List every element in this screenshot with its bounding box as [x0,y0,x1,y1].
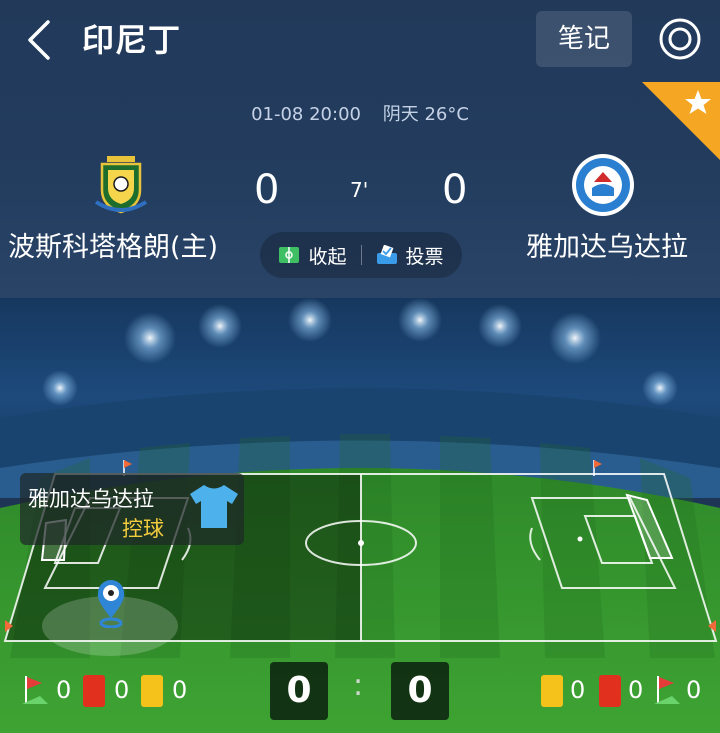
ball-location-marker [97,580,125,628]
away-red-card-icon [599,675,621,707]
pill-divider [360,245,362,265]
back-button[interactable] [22,18,58,62]
home-team-name[interactable]: 波斯科塔格朗(主) [8,228,228,268]
collapse-button[interactable]: 收起 [278,242,347,269]
vote-icon [376,245,397,264]
notes-button[interactable]: 笔记 [536,11,632,67]
away-score: 0 [442,167,468,213]
target-icon [659,18,701,60]
away-corners-count: 0 [686,676,702,704]
home-corner-flag-icon [22,676,48,704]
match-meta: 01-08 20:00 阴天 26°C [0,100,720,126]
possession-status: 控球 [122,517,164,541]
home-yellow-card-icon [141,675,163,707]
bottom-home-score: 0 [270,662,328,720]
possession-team: 雅加达乌达拉 [28,487,154,511]
score-separator: : [353,668,364,703]
home-team-logo[interactable] [88,152,154,218]
collapse-label: 收起 [308,245,347,268]
persitara-crest [572,154,634,216]
match-minute: 7' [350,178,369,202]
home-red-cards-count: 0 [114,676,130,704]
bottom-away-score: 0 [391,662,449,720]
vote-label: 投票 [405,245,444,268]
target-button[interactable] [658,17,702,61]
away-yellow-card-icon [541,675,563,707]
home-score: 0 [254,167,280,213]
away-corner-flag-icon [654,676,680,704]
away-team-name[interactable]: 雅加达乌达拉 [508,228,688,268]
shirt-icon [190,485,238,528]
vote-button[interactable]: 投票 [376,242,444,269]
live-pitch: 雅加达乌达拉 控球 0 0 0 0 : 0 0 0 0 [0,298,720,733]
home-red-card-icon [83,675,105,707]
home-corners-count: 0 [56,676,72,704]
match-datetime: 01-08 20:00 [251,104,361,125]
home-yellow-cards-count: 0 [172,676,188,704]
away-red-cards-count: 0 [628,676,644,704]
match-weather: 阴天 26°C [382,104,469,125]
away-team-logo[interactable] [570,152,636,218]
action-pill: 收起 投票 [260,232,462,278]
chevron-left-icon [28,20,50,60]
away-yellow-cards-count: 0 [570,676,586,704]
possession-indicator: 雅加达乌达拉 控球 [20,473,244,545]
persikota-crest [94,156,148,214]
page-title: 印尼丁 [82,21,182,59]
match-header: 印尼丁 笔记 01-08 20:00 阴天 26°C 0 7' 0 波斯科塔格朗… [0,0,720,298]
pitch-icon [279,247,300,263]
